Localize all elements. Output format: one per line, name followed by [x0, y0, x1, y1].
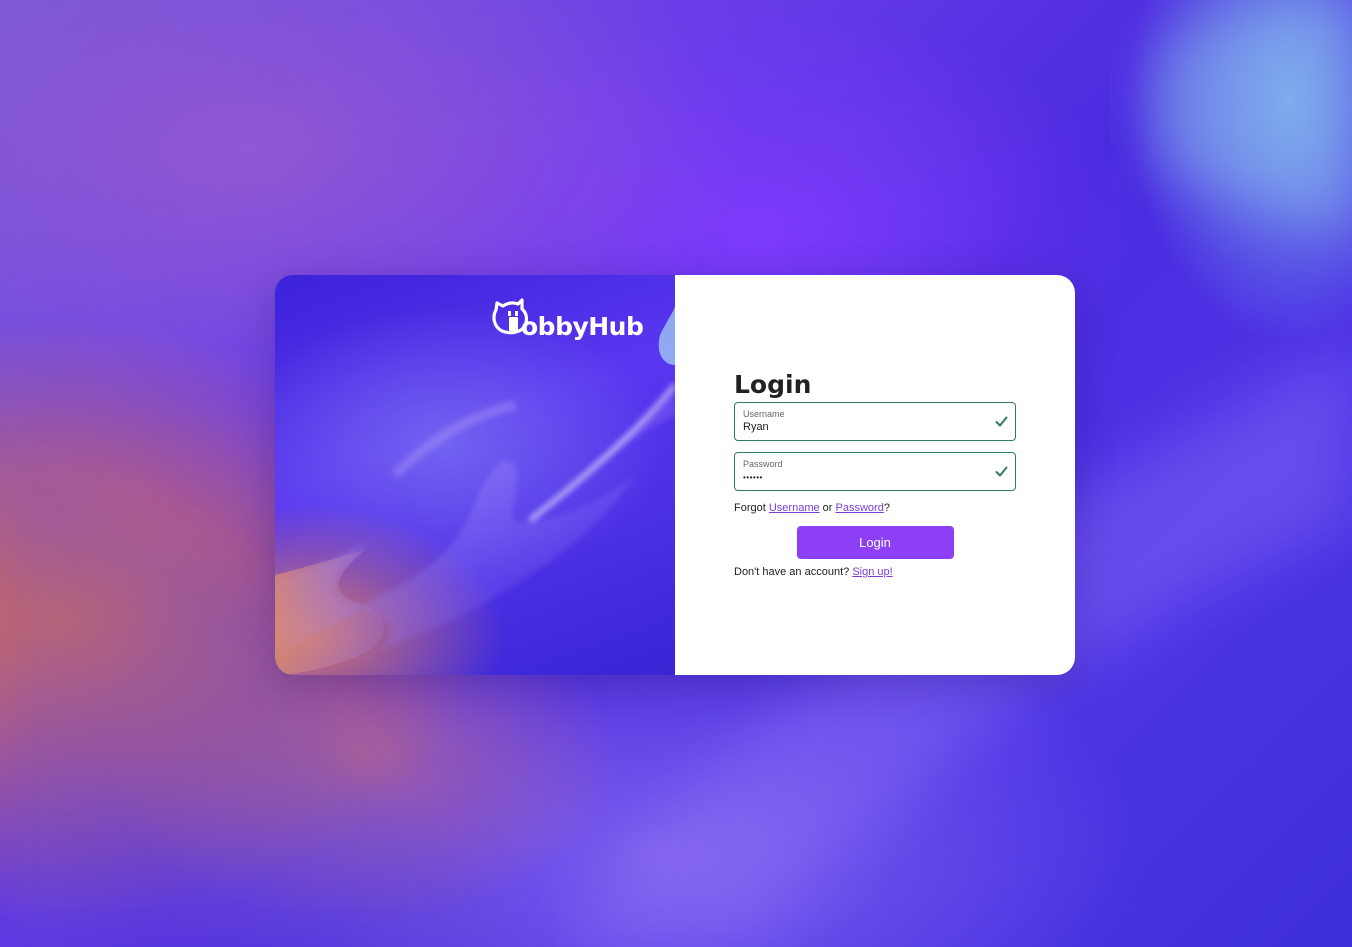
login-card: obbyHub Login Username Ryan Password •••…	[275, 275, 1075, 675]
forgot-or: or	[822, 502, 833, 514]
password-input[interactable]: ••••••	[743, 471, 1007, 484]
password-label: Password	[743, 459, 783, 469]
hero-artwork-panel: obbyHub	[275, 275, 675, 675]
forgot-prefix: Forgot	[734, 502, 766, 514]
username-input[interactable]: Ryan	[743, 421, 1007, 434]
page-title: Login	[734, 370, 812, 399]
check-icon	[995, 416, 1008, 427]
signup-link[interactable]: Sign up!	[852, 566, 892, 578]
password-field[interactable]: Password ••••••	[734, 452, 1016, 491]
login-form: Login Username Ryan Password •••••• Forg…	[734, 370, 1016, 578]
forgot-password-link[interactable]: Password	[836, 502, 884, 514]
login-form-panel: Login Username Ryan Password •••••• Forg…	[675, 275, 1075, 675]
login-button[interactable]: Login	[796, 526, 954, 559]
forgot-credentials-text: Forgot Username or Password?	[734, 502, 1016, 514]
signup-prompt: Don't have an account? Sign up!	[734, 566, 1016, 578]
brand-name: obbyHub	[521, 312, 644, 341]
brand-logo[interactable]: obbyHub	[491, 297, 644, 341]
forgot-suffix: ?	[883, 502, 890, 514]
forgot-username-link[interactable]: Username	[769, 502, 820, 514]
username-field[interactable]: Username Ryan	[734, 402, 1016, 441]
check-icon	[995, 466, 1008, 477]
signup-prompt-text: Don't have an account?	[734, 566, 850, 578]
username-label: Username	[743, 409, 785, 419]
